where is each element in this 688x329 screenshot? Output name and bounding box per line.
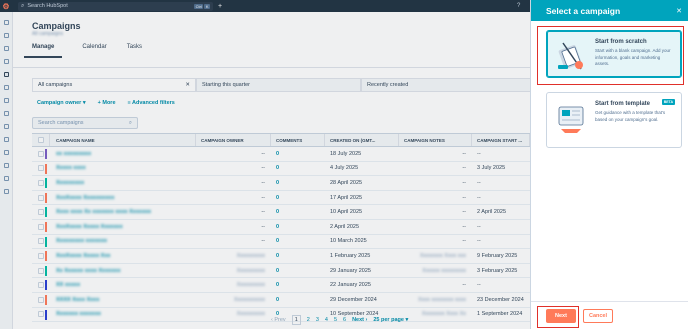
template-text: Start from template Get guidance with a … <box>595 101 673 139</box>
option-start-from-scratch[interactable]: Start from scratch Start with a blank ca… <box>546 30 682 78</box>
modal-scrim <box>0 0 530 329</box>
scratch-illustration-icon <box>555 39 587 73</box>
select-campaign-panel: Select a campaign ✕ Start from scratch S… <box>530 0 688 329</box>
close-icon[interactable]: ✕ <box>676 7 682 15</box>
scratch-text: Start from scratch Start with a blank ca… <box>595 39 673 69</box>
panel-header: Select a campaign ✕ <box>531 0 688 21</box>
scratch-title: Start from scratch <box>595 39 647 45</box>
panel-title: Select a campaign <box>546 5 621 16</box>
template-illustration-icon <box>555 101 587 135</box>
next-button-highlight <box>537 306 579 328</box>
scratch-description: Start with a blank campaign. Add your in… <box>595 48 671 66</box>
template-description: Get guidance with a template that's base… <box>595 110 666 122</box>
option-start-from-template[interactable]: BETA Start from template Get guidance wi… <box>546 92 682 148</box>
beta-badge: BETA <box>661 99 675 105</box>
cancel-button[interactable]: Cancel <box>583 308 613 323</box>
